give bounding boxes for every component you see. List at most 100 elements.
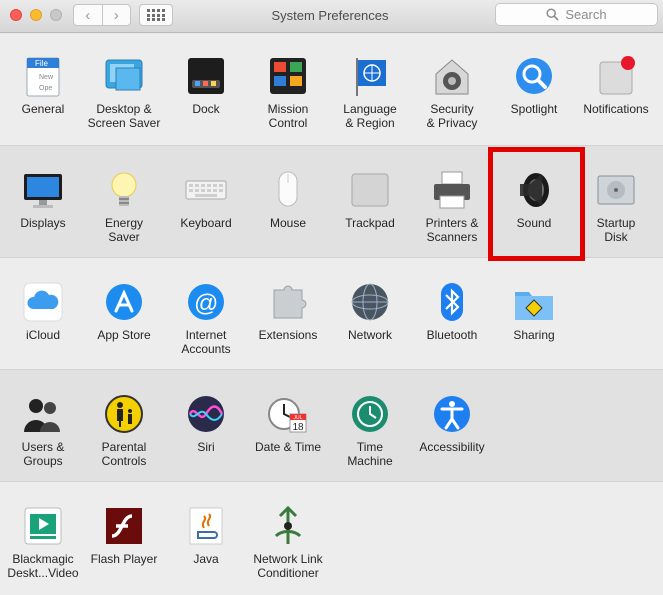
- network-icon: [348, 280, 392, 324]
- pref-item-extensions[interactable]: Extensions: [247, 280, 329, 342]
- grid-icon: [147, 9, 165, 21]
- minimize-button[interactable]: [30, 9, 42, 21]
- pref-item-startup-disk[interactable]: Startup Disk: [575, 168, 657, 244]
- pref-item-internet-accounts[interactable]: @ Internet Accounts: [165, 280, 247, 356]
- sound-icon: [512, 168, 556, 212]
- pref-label: Time Machine: [347, 440, 393, 468]
- mouse-icon: [266, 168, 310, 212]
- pref-item-parental-controls[interactable]: Parental Controls: [83, 392, 165, 468]
- pref-label: Siri: [197, 440, 215, 454]
- pref-item-siri[interactable]: Siri: [165, 392, 247, 454]
- show-all-button[interactable]: [139, 4, 173, 26]
- pref-label: Java: [193, 552, 219, 566]
- pref-label: Keyboard: [180, 216, 232, 230]
- parental-controls-icon: [102, 392, 146, 436]
- time-machine-icon: [348, 392, 392, 436]
- pref-label: Mouse: [269, 216, 307, 230]
- pref-item-blackmagic-desktop-video[interactable]: Blackmagic Deskt...Video: [2, 504, 84, 580]
- pref-item-general[interactable]: File New Ope General: [2, 54, 84, 116]
- pref-label: Bluetooth: [426, 328, 478, 342]
- pref-item-spotlight[interactable]: Spotlight: [493, 54, 575, 116]
- pref-item-app-store[interactable]: App Store: [83, 280, 165, 342]
- pref-label: Accessibility: [419, 440, 485, 454]
- pref-item-icloud[interactable]: iCloud: [2, 280, 84, 342]
- keyboard-icon: [184, 168, 228, 212]
- chevron-left-icon: ‹: [85, 6, 91, 24]
- pref-item-printers-scanners[interactable]: Printers & Scanners: [411, 168, 493, 244]
- energy-saver-icon: [102, 168, 146, 212]
- forward-button[interactable]: ›: [101, 5, 131, 25]
- pref-label: App Store: [97, 328, 151, 342]
- pref-item-dock[interactable]: Dock: [165, 54, 247, 116]
- pref-item-java[interactable]: Java: [165, 504, 247, 566]
- navigation-buttons: ‹ ›: [73, 4, 131, 26]
- mission-control-icon: [266, 54, 310, 98]
- pref-item-energy-saver[interactable]: Energy Saver: [83, 168, 165, 244]
- pref-label: Date & Time: [254, 440, 322, 454]
- pref-item-bluetooth[interactable]: Bluetooth: [411, 280, 493, 342]
- chevron-right-icon: ›: [113, 6, 119, 24]
- users-groups-icon: [21, 392, 65, 436]
- bluetooth-icon: [430, 280, 474, 324]
- notifications-icon: [594, 54, 638, 98]
- icloud-icon: [21, 280, 65, 324]
- pref-item-keyboard[interactable]: Keyboard: [165, 168, 247, 230]
- pref-item-network[interactable]: Network: [329, 280, 411, 342]
- close-button[interactable]: [10, 9, 22, 21]
- back-button[interactable]: ‹: [74, 5, 102, 25]
- pref-item-notifications[interactable]: Notifications: [575, 54, 657, 116]
- blackmagic-desktop-video-icon: [21, 504, 65, 548]
- displays-icon: [21, 168, 65, 212]
- pref-label: Sound: [516, 216, 552, 230]
- pref-item-accessibility[interactable]: Accessibility: [411, 392, 493, 454]
- network-link-conditioner-icon: [266, 504, 310, 548]
- pref-item-mouse[interactable]: Mouse: [247, 168, 329, 230]
- pref-label: Users & Groups: [21, 440, 65, 468]
- general-icon: File New Ope: [21, 54, 65, 98]
- pref-item-security-privacy[interactable]: Security & Privacy: [411, 54, 493, 130]
- pref-item-users-groups[interactable]: Users & Groups: [2, 392, 84, 468]
- pref-label: Flash Player: [90, 552, 158, 566]
- pref-label: Language & Region: [343, 102, 397, 130]
- pref-label: Dock: [192, 102, 220, 116]
- pref-item-desktop-screensaver[interactable]: Desktop & Screen Saver: [83, 54, 165, 130]
- security-privacy-icon: [430, 54, 474, 98]
- search-field[interactable]: Search: [495, 3, 658, 26]
- pref-item-mission-control[interactable]: Mission Control: [247, 54, 329, 130]
- pref-label: Trackpad: [345, 216, 395, 230]
- pref-item-sound[interactable]: Sound: [493, 168, 575, 230]
- pref-item-displays[interactable]: Displays: [2, 168, 84, 230]
- pref-label: Displays: [20, 216, 66, 230]
- app-store-icon: [102, 280, 146, 324]
- pref-item-trackpad[interactable]: Trackpad: [329, 168, 411, 230]
- svg-text:Ope: Ope: [39, 85, 52, 92]
- pref-label: Printers & Scanners: [425, 216, 479, 244]
- pref-label: Startup Disk: [596, 216, 636, 244]
- pref-item-language-region[interactable]: Language & Region: [329, 54, 411, 130]
- pref-label: Network Link Conditioner: [253, 552, 323, 580]
- pref-label: Energy Saver: [104, 216, 144, 244]
- pref-item-network-link-conditioner[interactable]: Network Link Conditioner: [247, 504, 329, 580]
- pref-label: Spotlight: [510, 102, 558, 116]
- svg-text:@: @: [194, 290, 218, 317]
- pref-label: Internet Accounts: [181, 328, 231, 356]
- pref-label: Blackmagic Deskt...Video: [7, 552, 79, 580]
- calendar-month: JUL: [294, 415, 303, 421]
- accessibility-icon: [430, 392, 474, 436]
- pref-label: Security & Privacy: [426, 102, 478, 130]
- pref-item-sharing[interactable]: Sharing: [493, 280, 575, 342]
- extensions-icon: [266, 280, 310, 324]
- siri-icon: [184, 392, 228, 436]
- pref-item-date-time[interactable]: JUL 18 Date & Time: [247, 392, 329, 454]
- search-placeholder: Search: [565, 7, 607, 22]
- pref-item-flash-player[interactable]: Flash Player: [83, 504, 165, 566]
- language-region-icon: [348, 54, 392, 98]
- sharing-icon: [512, 280, 556, 324]
- date-time-icon: JUL 18: [266, 392, 310, 436]
- svg-text:File: File: [35, 59, 48, 68]
- dock-icon: [184, 54, 228, 98]
- zoom-button[interactable]: [50, 9, 62, 21]
- trackpad-icon: [348, 168, 392, 212]
- window-titlebar: ‹ › System Preferences Search: [0, 0, 663, 33]
- pref-item-time-machine[interactable]: Time Machine: [329, 392, 411, 468]
